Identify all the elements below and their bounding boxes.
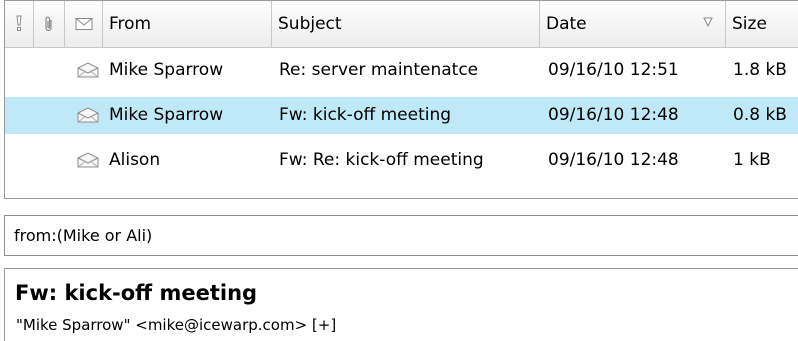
exclamation-icon [16,15,22,31]
envelope-read-icon [77,62,99,78]
message-date: 09/16/10 12:48 [548,105,679,125]
message-preview: Fw: kick-off meeting "Mike Sparrow" <mik… [4,268,798,341]
column-read-status[interactable] [65,1,103,47]
envelope-read-icon [77,152,99,168]
expand-recipients-button[interactable]: [+] [312,316,336,334]
search-input[interactable] [14,226,774,245]
message-row[interactable]: Mike Sparrow Re: server maintenatce 09/1… [5,52,798,89]
preview-sender-address: "Mike Sparrow" <mike@icewarp.com> [16,316,308,334]
message-date: 09/16/10 12:48 [548,150,679,170]
message-row[interactable]: Alison Fw: Re: kick-off meeting 09/16/10… [5,142,798,179]
message-subject: Re: server maintenatce [279,60,479,80]
message-date: 09/16/10 12:51 [548,60,679,80]
column-date-label: Date [546,14,587,34]
paperclip-icon [45,16,52,32]
message-from: Mike Sparrow [109,105,224,125]
column-from[interactable]: From [103,1,272,47]
envelope-read-icon [77,107,99,123]
preview-sender: "Mike Sparrow" <mike@icewarp.com> [+] [16,316,336,334]
message-from: Mike Sparrow [109,60,224,80]
message-size: 1 kB [733,150,771,170]
search-field[interactable] [4,215,798,256]
message-size: 1.8 kB [733,60,787,80]
column-date[interactable]: Date [540,1,726,47]
preview-subject: Fw: kick-off meeting [15,281,258,305]
message-list[interactable]: From Subject Date Size Mike Sparrow Re: … [4,0,798,199]
message-size: 0.8 kB [733,105,787,125]
column-size[interactable]: Size [726,1,798,47]
message-subject: Fw: kick-off meeting [279,105,452,125]
message-subject: Fw: Re: kick-off meeting [279,150,484,170]
column-importance[interactable] [5,1,34,47]
column-subject[interactable]: Subject [272,1,540,47]
list-header: From Subject Date Size [5,1,798,48]
column-attachment[interactable] [34,1,65,47]
message-from: Alison [109,150,161,170]
envelope-icon [75,18,92,30]
message-row-selected[interactable]: Mike Sparrow Fw: kick-off meeting 09/16/… [5,97,798,134]
sort-descending-icon [703,17,713,27]
